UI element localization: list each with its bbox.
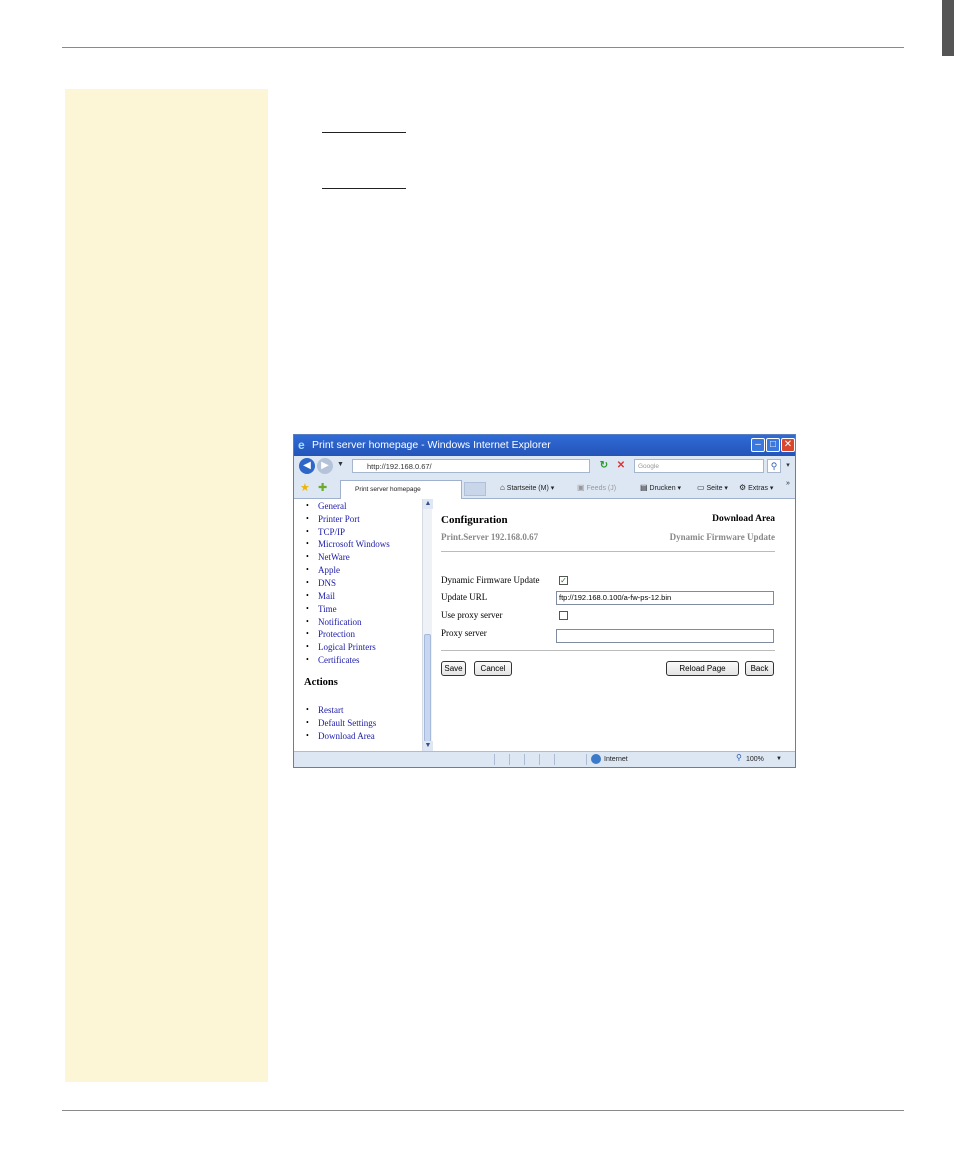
footer-rule	[62, 1110, 904, 1111]
nav-link-tcpip[interactable]: TCP/IP	[306, 527, 345, 537]
zoom-level[interactable]: 100%	[746, 754, 764, 765]
nav-link-dns[interactable]: DNS	[306, 578, 336, 588]
save-button[interactable]: Save	[441, 661, 466, 676]
tools-label: Extras	[748, 485, 768, 492]
action-link-download-area[interactable]: Download Area	[306, 731, 375, 741]
divider-bottom	[441, 650, 775, 651]
ie-logo-icon: e	[298, 438, 305, 452]
feeds-icon: ▣	[577, 483, 585, 492]
search-input[interactable]: Google	[634, 459, 764, 473]
stop-icon[interactable]: ✕	[614, 459, 628, 473]
minimize-button[interactable]: –	[751, 438, 765, 452]
nav-link-printer-port[interactable]: Printer Port	[306, 514, 360, 524]
header-rule	[62, 47, 904, 48]
tab-toolbar: ★ ✚ Print server homepage ⌂ Startseite (…	[294, 477, 795, 499]
scroll-thumb[interactable]	[424, 634, 431, 742]
cancel-button[interactable]: Cancel	[474, 661, 512, 676]
home-button[interactable]: ⌂ Startseite (M) ▾	[500, 481, 554, 496]
proxy-server-input[interactable]	[556, 629, 774, 643]
tools-button[interactable]: ⚙ Extras ▾	[739, 481, 773, 496]
back-button[interactable]: Back	[745, 661, 774, 676]
nav-link-logical-printers[interactable]: Logical Printers	[306, 642, 376, 652]
search-options-icon[interactable]: ▾	[783, 459, 793, 473]
config-panel: Configuration Download Area Print.Server…	[441, 499, 775, 751]
window-title: Print server homepage - Windows Internet…	[312, 439, 551, 451]
server-subtitle: Print.Server 192.168.0.67	[441, 532, 539, 542]
search-icon[interactable]: ⚲	[767, 459, 781, 473]
reload-page-button[interactable]: Reload Page	[666, 661, 739, 676]
feeds-button[interactable]: ▣ Feeds (J)	[577, 481, 616, 496]
page-button[interactable]: ▭ Seite ▾	[697, 481, 728, 496]
status-separator	[509, 754, 510, 765]
security-zone: Internet	[604, 756, 628, 763]
new-tab-button[interactable]	[464, 482, 486, 496]
page-content: General Printer Port TCP/IP Microsoft Wi…	[294, 499, 795, 751]
add-favorite-icon[interactable]: ✚	[318, 481, 327, 494]
status-separator	[539, 754, 540, 765]
printer-icon: ▤	[640, 483, 648, 492]
refresh-icon[interactable]: ↻	[597, 459, 611, 473]
nav-link-microsoft-windows[interactable]: Microsoft Windows	[306, 539, 390, 549]
action-link-restart[interactable]: Restart	[306, 705, 343, 715]
chevron-more-icon[interactable]: »	[786, 477, 790, 491]
dfu-label: Dynamic Firmware Update	[441, 575, 540, 585]
page-thumb-tab	[942, 0, 954, 56]
use-proxy-label: Use proxy server	[441, 610, 503, 620]
scroll-down-icon[interactable]: ▼	[423, 741, 433, 751]
dfu-checkbox[interactable]: ✓	[559, 576, 568, 585]
status-separator	[586, 754, 587, 765]
address-input[interactable]: http://192.168.0.67/	[352, 459, 590, 473]
blank-underline-1	[322, 132, 406, 133]
nav-link-protection[interactable]: Protection	[306, 629, 355, 639]
section-title: Download Area	[712, 514, 775, 524]
print-button[interactable]: ▤ Drucken ▾	[640, 481, 681, 496]
feeds-label: Feeds (J)	[586, 485, 617, 492]
use-proxy-checkbox[interactable]	[559, 611, 568, 620]
nav-link-mail[interactable]: Mail	[306, 591, 335, 601]
nav-link-netware[interactable]: NetWare	[306, 552, 350, 562]
divider-top	[441, 551, 775, 552]
nav-link-general[interactable]: General	[306, 501, 347, 511]
home-icon: ⌂	[500, 483, 505, 492]
left-nav-scrollbar[interactable]: ▲ ▼	[422, 499, 433, 751]
proxy-server-label: Proxy server	[441, 628, 487, 638]
tab-print-server[interactable]: Print server homepage	[340, 480, 462, 499]
section-subtitle: Dynamic Firmware Update	[669, 532, 775, 542]
status-separator	[494, 754, 495, 765]
page-label: Seite	[706, 485, 723, 492]
back-arrow-icon[interactable]: ◀	[299, 458, 315, 474]
nav-link-time[interactable]: Time	[306, 604, 336, 614]
favorites-star-icon[interactable]: ★	[300, 481, 310, 494]
address-toolbar: ◀ ▶ ▼ http://192.168.0.67/ ↻ ✕ Google ⚲ …	[294, 456, 795, 477]
window-titlebar[interactable]: e Print server homepage - Windows Intern…	[294, 435, 795, 456]
update-url-input[interactable]: ftp://192.168.0.100/a-fw-ps-12.bin	[556, 591, 774, 605]
nav-link-apple[interactable]: Apple	[306, 565, 340, 575]
page-icon: ▭	[697, 483, 705, 492]
status-separator	[524, 754, 525, 765]
actions-heading: Actions	[304, 677, 338, 688]
status-separator	[554, 754, 555, 765]
nav-link-certificates[interactable]: Certificates	[306, 655, 360, 665]
action-link-default-settings[interactable]: Default Settings	[306, 718, 376, 728]
gear-icon: ⚙	[739, 483, 747, 492]
browser-window: e Print server homepage - Windows Intern…	[293, 434, 796, 768]
zoom-icon[interactable]: ⚲	[736, 753, 742, 762]
left-navigation: General Printer Port TCP/IP Microsoft Wi…	[294, 499, 422, 751]
page-sidebar	[65, 89, 268, 1082]
forward-arrow-icon[interactable]: ▶	[317, 458, 333, 474]
scroll-up-icon[interactable]: ▲	[423, 499, 433, 509]
page-title: Configuration	[441, 514, 508, 526]
history-dropdown-icon[interactable]: ▼	[337, 461, 344, 468]
update-url-label: Update URL	[441, 592, 488, 602]
home-label: Startseite (M)	[506, 485, 549, 492]
blank-underline-2	[322, 188, 406, 189]
nav-link-notification[interactable]: Notification	[306, 617, 361, 627]
globe-icon	[591, 754, 601, 764]
zoom-dropdown-icon[interactable]: ▼	[776, 754, 782, 765]
close-button[interactable]: ✕	[781, 438, 795, 452]
status-bar: Internet ⚲ 100% ▼	[294, 751, 795, 767]
print-label: Drucken	[649, 485, 676, 492]
maximize-button[interactable]: □	[766, 438, 780, 452]
